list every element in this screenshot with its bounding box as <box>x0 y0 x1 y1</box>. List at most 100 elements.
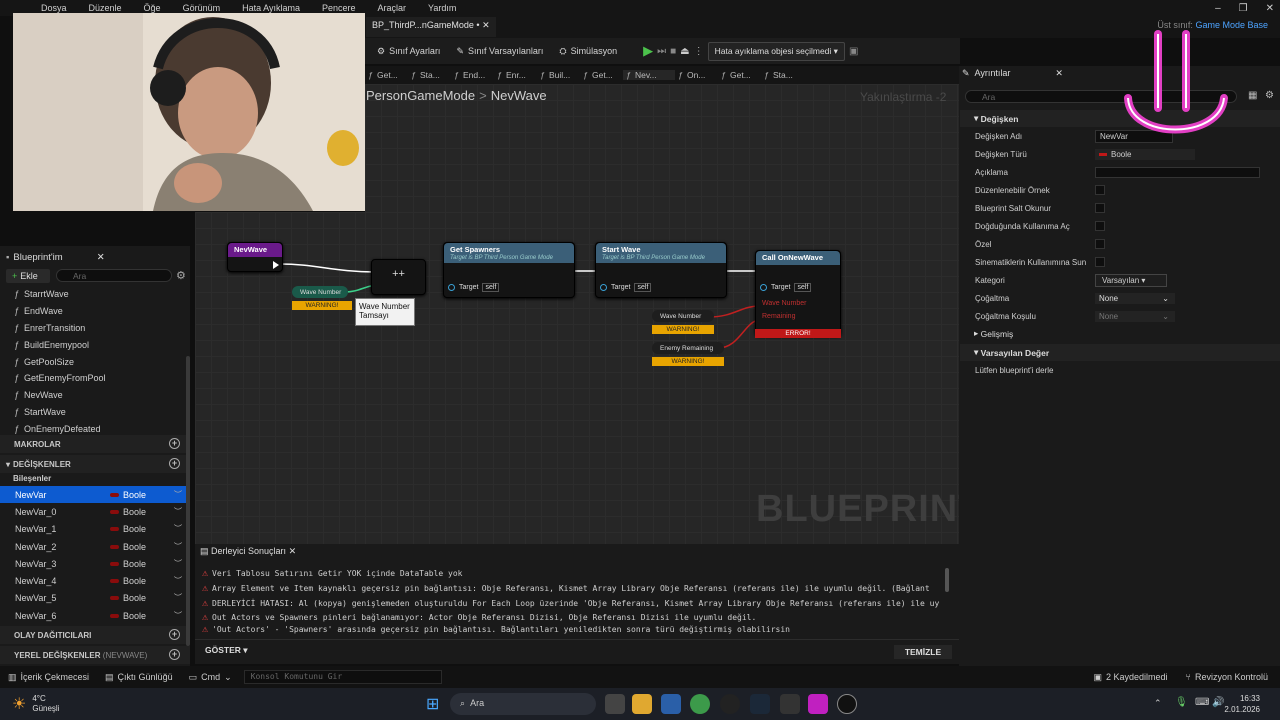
output-log-button[interactable]: Çıktı Günlüğü <box>118 672 173 682</box>
fn-tab[interactable]: Sta... <box>408 70 451 80</box>
local-variables-section[interactable]: YEREL DEĞİŞKENLER (NEVWAVE) + <box>0 646 190 664</box>
function-item[interactable]: ƒ StartWave <box>14 404 184 421</box>
chevron-down-icon[interactable]: ︶ <box>174 506 182 517</box>
macros-section[interactable]: MAKROLAR + <box>0 435 190 453</box>
wave-number-getter[interactable]: Wave Number <box>652 310 714 322</box>
wave-number-getter[interactable]: Wave Number <box>292 286 348 298</box>
blueprint-readonly-checkbox[interactable] <box>1095 203 1105 213</box>
mic-icon[interactable]: 🎙 <box>1175 697 1188 708</box>
function-item[interactable]: ƒ EndWave <box>14 303 184 320</box>
simulation-button[interactable]: ⛭ Simülasyon <box>553 46 623 57</box>
components-label[interactable]: Bileşenler <box>13 474 51 483</box>
target-pin[interactable]: Target self <box>448 283 574 292</box>
variable-row[interactable]: NewVar_3 Boole ︶ <box>0 555 186 572</box>
menu-help[interactable]: Yardım <box>417 3 467 13</box>
advanced-section-header[interactable]: ▸ Gelişmiş <box>960 325 1280 342</box>
debug-object-dropdown[interactable]: Hata ayıklama objesi seçilmedi ▾ <box>707 41 845 61</box>
content-drawer-button[interactable]: İçerik Çekmecesi <box>21 672 90 682</box>
volume-icon[interactable]: 🔊 <box>1212 697 1224 708</box>
add-button[interactable]: + Ekle <box>6 269 50 283</box>
breadcrumb-parent[interactable]: PersonGameMode <box>366 88 475 103</box>
console-input[interactable]: Konsol Komutunu Gir <box>243 670 442 684</box>
fn-tab[interactable]: Enr... <box>494 70 537 80</box>
taskbar-clock[interactable]: 16:33 2.01.2026 <box>1224 693 1260 715</box>
dispatchers-section[interactable]: OLAY DAĞITICILARI + <box>0 626 190 644</box>
remaining-pin[interactable]: Remaining <box>762 313 840 320</box>
function-item[interactable]: ƒ StarrtWave <box>14 286 184 303</box>
chevron-down-icon[interactable]: ︶ <box>174 558 182 569</box>
chevron-down-icon[interactable]: ︶ <box>174 592 182 603</box>
fn-tab[interactable]: Get... <box>718 70 761 80</box>
chevron-down-icon[interactable]: ︶ <box>174 523 182 534</box>
variable-row[interactable]: NewVar_6 Boole ︶ <box>0 607 186 624</box>
fn-tab[interactable]: Get... <box>580 70 623 80</box>
close-panel-icon[interactable]: ✕ <box>97 252 105 263</box>
fn-tab[interactable]: Get... <box>365 70 408 80</box>
chevron-down-icon[interactable]: ︶ <box>174 575 182 586</box>
compiler-message[interactable]: ⚠ Array Element ve Item kaynaklı geçersiz… <box>202 581 942 596</box>
show-dropdown[interactable]: GÖSTER ▾ <box>205 645 248 656</box>
wave-number-pin[interactable]: Wave Number <box>762 300 840 307</box>
restore-icon[interactable]: ❐ <box>1239 3 1248 14</box>
variable-row[interactable]: NewVar_5 Boole ︶ <box>0 589 186 606</box>
fn-tab[interactable]: End... <box>451 70 494 80</box>
chevron-down-icon[interactable]: ︶ <box>174 610 182 621</box>
weather-widget[interactable]: 4°C Güneşli <box>32 694 59 714</box>
fn-tab[interactable]: Buil... <box>537 70 580 80</box>
description-input[interactable] <box>1095 166 1260 178</box>
network-icon[interactable]: ⌨ <box>1195 697 1209 708</box>
settings-gear-icon[interactable]: ⚙ <box>1265 90 1274 101</box>
minimize-icon[interactable]: – <box>1215 3 1221 14</box>
variables-section[interactable]: ▾ DEĞİŞKENLER + <box>0 455 190 473</box>
menu-debug[interactable]: Hata Ayıklama <box>231 3 311 13</box>
chevron-down-icon[interactable]: ︶ <box>174 489 182 500</box>
exec-out-pin[interactable] <box>273 261 279 269</box>
variable-row[interactable]: NewVar Boole ︶ <box>0 486 186 504</box>
revision-control-button[interactable]: Revizyon Kontrolü <box>1195 672 1268 682</box>
instance-editable-checkbox[interactable] <box>1095 185 1105 195</box>
close-icon[interactable]: ✕ <box>1266 3 1274 14</box>
store-icon[interactable] <box>661 694 681 714</box>
expose-cinematics-checkbox[interactable] <box>1095 257 1105 267</box>
variable-row[interactable]: NewVar_2 Boole ︶ <box>0 538 186 555</box>
grid-view-icon[interactable]: ▦ <box>1248 90 1257 101</box>
compiler-results-tab[interactable]: ▤ Derleyici Sonuçları ✕ <box>200 546 296 557</box>
enemy-remaining-getter[interactable]: Enemy Remaining <box>652 342 724 354</box>
menu-asset[interactable]: Öğe <box>133 3 172 13</box>
steam-icon[interactable] <box>750 694 770 714</box>
epic-games-icon[interactable] <box>780 694 800 714</box>
target-pin[interactable]: Target self <box>600 283 726 292</box>
fn-tab[interactable]: On... <box>675 70 718 80</box>
file-explorer-icon[interactable] <box>632 694 652 714</box>
target-pin[interactable]: Target self <box>760 283 840 292</box>
step-icon[interactable]: ⏭ <box>657 46 666 57</box>
stop-icon[interactable]: ■ <box>670 46 676 57</box>
add-local-variable-icon[interactable]: + <box>169 649 180 660</box>
add-macro-icon[interactable]: + <box>169 438 180 449</box>
replication-condition-dropdown[interactable]: None ⌄ <box>1095 310 1175 322</box>
call-on-new-wave-node[interactable]: Call OnNewWave Target self Wave Number Re… <box>755 250 841 336</box>
compiler-message[interactable]: ⚠ Out Actors ve Spawners pinleri bağlanam… <box>202 610 942 625</box>
fn-tab[interactable]: Sta... <box>761 70 804 80</box>
taskbar-search[interactable]: ⌕ Ara <box>450 693 596 715</box>
menu-window[interactable]: Pencere <box>311 3 367 13</box>
menu-file[interactable]: Dosya <box>30 3 78 13</box>
increment-node[interactable]: ++ <box>371 259 426 295</box>
get-spawners-node[interactable]: Get Spawners Target is BP Third Person Ga… <box>443 242 575 298</box>
cmd-dropdown[interactable]: Cmd <box>201 672 220 682</box>
entry-node-nevwave[interactable]: NevWave <box>227 242 283 272</box>
left-panel-scrollbar[interactable] <box>186 356 190 646</box>
clear-button[interactable]: TEMİZLE <box>894 645 952 659</box>
menu-tools[interactable]: Araçlar <box>367 3 418 13</box>
menu-view[interactable]: Görünüm <box>172 3 232 13</box>
app-icon[interactable] <box>808 694 828 714</box>
function-item[interactable]: ƒ NevWave <box>14 387 184 404</box>
fn-tab-active[interactable]: Nev... <box>623 70 675 80</box>
close-compiler-icon[interactable]: ✕ <box>289 546 297 556</box>
blueprint-search-input[interactable]: Ara <box>56 269 172 282</box>
start-wave-node[interactable]: Start Wave Target is BP Third Person Game… <box>595 242 727 298</box>
compiler-message[interactable]: ⚠ Veri Tablosu Satırını Getir YOK içinde … <box>202 566 942 581</box>
close-tab-icon[interactable]: ✕ <box>482 20 490 30</box>
function-item[interactable]: ƒ GetEnemyFromPool <box>14 370 184 387</box>
chrome-icon[interactable] <box>690 694 710 714</box>
